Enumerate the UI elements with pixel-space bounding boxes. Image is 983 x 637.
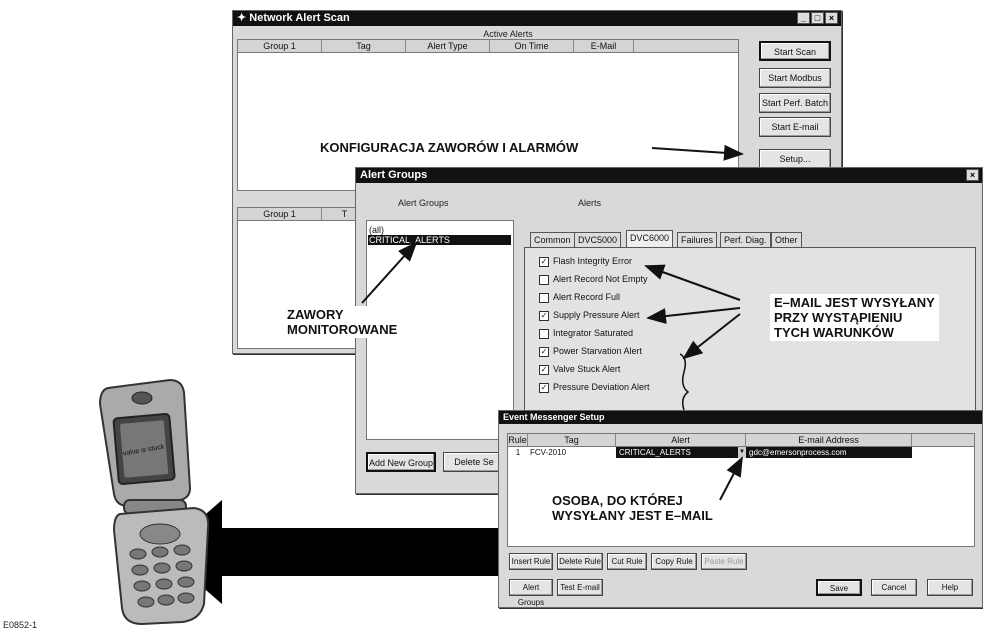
checkbox-checked-icon[interactable]: ✓ [539, 256, 549, 267]
lower-table-header: Group 1 T [238, 208, 368, 221]
email-line-1: E–MAIL JEST WYSYŁANY [774, 295, 935, 310]
alert-checkbox-row[interactable]: ✓ Supply Pressure Alert [539, 308, 640, 322]
scan-titlebar: ✦ Network Alert Scan _ □ × [233, 11, 841, 26]
email-line-3: TYCH WARUNKÓW [774, 325, 894, 340]
start-scan-button[interactable]: Start Scan [759, 41, 831, 61]
valves-line-2: MONITOROWANE [287, 322, 398, 337]
alert-checkbox-label: Valve Stuck Alert [553, 364, 621, 374]
alert-checkbox-label: Integrator Saturated [553, 328, 634, 338]
active-alerts-header: Group 1 Tag Alert Type On Time E-Mail [238, 40, 738, 53]
add-new-group-button[interactable]: Add New Group [366, 452, 436, 472]
alert-groups-label: Alert Groups [398, 198, 449, 208]
tab-perf-diag[interactable]: Perf. Diag. [720, 232, 771, 247]
col-email[interactable]: E-Mail [574, 40, 634, 52]
col-on-time[interactable]: On Time [490, 40, 574, 52]
tab-dvc6000[interactable]: DVC6000 [626, 230, 674, 247]
checkbox-unchecked-icon[interactable] [539, 274, 549, 285]
alert-checkbox-label: Supply Pressure Alert [553, 310, 640, 320]
alert-checkbox-label: Pressure Deviation Alert [553, 382, 650, 392]
insert-rule-button[interactable]: Insert Rule [509, 553, 553, 570]
delete-rule-button[interactable]: Delete Rule [557, 553, 603, 570]
alert-checkbox-row[interactable]: Alert Record Full [539, 290, 620, 304]
alert-checkbox-label: Alert Record Full [553, 292, 621, 302]
rules-table: Rule Tag Alert E-mail Address 1 FCV-2010… [507, 433, 975, 547]
alert-checkbox-row[interactable]: ✓ Pressure Deviation Alert [539, 380, 650, 394]
window-icon: ✦ [237, 12, 250, 24]
start-modbus-button[interactable]: Start Modbus [759, 68, 831, 88]
alert-checkbox-row[interactable]: Alert Record Not Empty [539, 272, 648, 286]
messenger-window-title: Event Messenger Setup [503, 412, 605, 422]
messenger-titlebar: Event Messenger Setup [499, 411, 982, 424]
test-email-button[interactable]: Test E-mail [557, 579, 603, 596]
groups-titlebar: Alert Groups × [356, 168, 982, 183]
valves-annotation: ZAWORY MONITOROWANE [283, 306, 402, 338]
email-line-2: PRZY WYSTĄPIENIU [774, 310, 903, 325]
config-annotation: KONFIGURACJA ZAWORÓW I ALARMÓW [316, 139, 583, 156]
copy-rule-button[interactable]: Copy Rule [651, 553, 697, 570]
maximize-icon[interactable]: □ [811, 12, 824, 24]
start-perf-batch-button[interactable]: Start Perf. Batch [759, 93, 831, 113]
col-tag[interactable]: Tag [528, 434, 616, 446]
alerts-label: Alerts [578, 198, 602, 208]
alert-checkbox-row[interactable]: ✓ Flash Integrity Error [539, 254, 632, 268]
col-alert[interactable]: Alert [616, 434, 746, 446]
col-group[interactable]: Group 1 [238, 40, 322, 52]
scan-window-title: Network Alert Scan [249, 12, 350, 24]
paste-rule-button[interactable]: Paste Rule [701, 553, 747, 570]
checkbox-unchecked-icon[interactable] [539, 292, 549, 303]
tab-dvc5000[interactable]: DVC5000 [574, 232, 622, 247]
recipient-annotation: OSOBA, DO KTÓREJ WYSYŁANY JEST E–MAIL [552, 493, 713, 523]
alert-checkbox-row[interactable]: ✓ Power Starvation Alert [539, 344, 642, 358]
alert-cell-value: CRITICAL_ALERTS [619, 448, 691, 457]
email-conditions-annotation: E–MAIL JEST WYSYŁANY PRZY WYSTĄPIENIU TY… [770, 294, 939, 341]
delete-group-button[interactable]: Delete Se [443, 452, 505, 472]
alert-checkbox-row[interactable]: ✓ Valve Stuck Alert [539, 362, 620, 376]
groups-window-title: Alert Groups [360, 169, 428, 181]
checkbox-checked-icon[interactable]: ✓ [539, 382, 549, 393]
alert-cell[interactable]: CRITICAL_ALERTS ▼ [616, 447, 746, 458]
phone-illustration: valve is stuck [98, 378, 210, 626]
group-item-critical-alerts[interactable]: CRITICAL_ALERTS [368, 235, 511, 245]
rules-header: Rule Tag Alert E-mail Address [508, 434, 974, 447]
alert-checkbox-label: Alert Record Not Empty [553, 274, 648, 284]
tab-failures[interactable]: Failures [677, 232, 718, 247]
col-alert-type[interactable]: Alert Type [406, 40, 490, 52]
checkbox-checked-icon[interactable]: ✓ [539, 346, 549, 357]
recipient-line-2: WYSYŁANY JEST E–MAIL [552, 508, 713, 523]
rule-cell: 1 [515, 448, 521, 457]
recipient-line-1: OSOBA, DO KTÓREJ [552, 493, 683, 508]
alert-checkbox-label: Flash Integrity Error [553, 256, 633, 266]
dropdown-arrow-icon[interactable]: ▼ [738, 447, 746, 458]
checkbox-checked-icon[interactable]: ✓ [539, 364, 549, 375]
col-rule[interactable]: Rule [508, 434, 528, 446]
start-email-button[interactable]: Start E-mail [759, 117, 831, 137]
alert-checkbox-label: Power Starvation Alert [553, 346, 643, 356]
email-cell[interactable]: gdc@emersonprocess.com [746, 447, 912, 458]
cut-rule-button[interactable]: Cut Rule [607, 553, 647, 570]
alert-groups-button[interactable]: Alert Groups [509, 579, 553, 607]
col-email-address[interactable]: E-mail Address [746, 434, 912, 446]
cancel-button[interactable]: Cancel [871, 579, 917, 596]
checkbox-checked-icon[interactable]: ✓ [539, 310, 549, 321]
alerts-checklist: ✓ Flash Integrity Error Alert Record Not E… [539, 254, 739, 414]
lower-col-group[interactable]: Group 1 [238, 208, 322, 220]
alert-checkbox-row[interactable]: Integrator Saturated [539, 326, 633, 340]
valves-line-1: ZAWORY [287, 307, 344, 322]
table-row[interactable]: 1 FCV-2010 CRITICAL_ALERTS ▼ gdc@emerson… [508, 447, 918, 458]
minimize-icon[interactable]: _ [797, 12, 810, 24]
group-item-all[interactable]: (all) [369, 225, 384, 235]
col-tag[interactable]: Tag [322, 40, 406, 52]
help-button[interactable]: Help [927, 579, 973, 596]
close-icon[interactable]: × [825, 12, 838, 24]
figure-code: E0852-1 [3, 620, 38, 630]
close-icon[interactable]: × [966, 169, 979, 181]
save-button[interactable]: Save [816, 579, 862, 596]
tab-other[interactable]: Other [771, 232, 802, 247]
checkbox-unchecked-icon[interactable] [539, 328, 549, 339]
tab-common[interactable]: Common [530, 232, 575, 247]
setup-button[interactable]: Setup... [759, 149, 831, 169]
active-alerts-title: Active Alerts [483, 29, 533, 39]
tag-cell[interactable]: FCV-2010 [528, 447, 616, 458]
